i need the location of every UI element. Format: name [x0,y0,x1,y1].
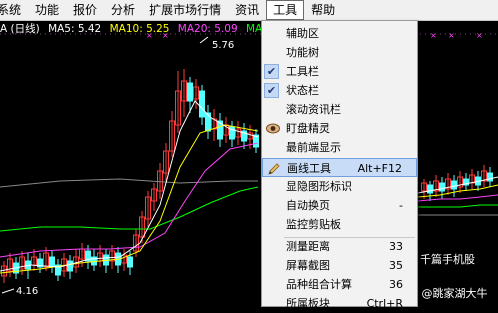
menu-item-label: 所属板块 [286,297,330,310]
low-price-label: 4.16 [16,286,39,297]
menu-item-measure-distance[interactable]: 测量距离 33 [262,237,417,256]
signal-marker: × [476,31,483,40]
menu-item-shortcut: Alt+F12 [357,162,402,175]
candle-body [451,180,457,190]
menu-tools[interactable]: 工具 [266,0,305,20]
chart-title: A (日线) [0,23,40,35]
candle-body [199,90,205,118]
menu-item-toolbar[interactable]: ✔ 工具栏 [262,62,417,81]
candle-body [67,260,73,272]
menu-quote[interactable]: 报价 [66,0,104,20]
signal-marker: × [430,31,437,40]
menu-item-combo-calc[interactable]: 品种组合计算 36 [262,275,417,294]
pencil-icon [268,163,280,175]
menu-item-sector[interactable]: 所属板块 Ctrl+R [262,294,417,313]
menu-news[interactable]: 资讯 [228,0,266,20]
menu-item-drawing-tools[interactable]: 画线工具 Alt+F12 [262,158,417,177]
menu-item-market-monitor[interactable]: 盯盘精灵 [262,119,417,138]
menu-item-label: 测量距离 [286,240,330,253]
menu-bar: 系统 功能 报价 分析 扩展市场行情 资讯 工具 帮助 [0,0,498,21]
indicator-legend: A (日线) MA5: 5.42 MA10: 5.25 MA20: 5.09 M… [0,22,294,36]
ma60-line [0,186,259,232]
menu-item-label: 监控剪贴板 [286,218,341,231]
candle-body [187,82,193,102]
menu-item-label: 工具栏 [286,65,319,78]
menu-item-label: 滚动资讯栏 [286,103,341,116]
menu-extended-market[interactable]: 扩展市场行情 [142,0,228,20]
menu-system[interactable]: 系统 [0,0,28,20]
menu-item-label: 自动换页 [286,199,330,212]
tools-dropdown-menu: 辅助区 功能树 ✔ 工具栏 ✔ 状态栏 滚动资讯栏 盯盘精灵 最前端显示 画线工… [261,20,418,310]
checkmark-icon: ✔ [264,64,279,79]
high-marker [199,36,209,44]
menu-item-screenshot[interactable]: 屏幕截图 35 [262,256,417,275]
menu-item-label: 盯盘精灵 [286,122,330,135]
menu-item-label: 状态栏 [286,84,319,97]
eye-icon [266,123,280,134]
menu-function[interactable]: 功能 [28,0,66,20]
menu-item-label: 辅助区 [286,27,319,40]
ma20-label: MA20: 5.09 [177,23,238,35]
candle-body [127,256,133,268]
menu-item-scroll-news[interactable]: 滚动资讯栏 [262,100,417,119]
menu-item-shortcut: 33 [389,240,403,253]
menu-item-auto-page[interactable]: 自动换页 - [262,196,417,215]
checkmark-icon: ✔ [264,83,279,98]
menu-help[interactable]: 帮助 [304,0,342,20]
watermark-text: 千篇手机股 [420,253,475,266]
candle-body [487,172,493,182]
menu-item-label: 画线工具 [287,162,331,175]
menu-item-monitor-clipboard[interactable]: 监控剪贴板 [262,215,417,234]
menu-item-label: 屏幕截图 [286,259,330,272]
menu-item-aux-area[interactable]: 辅助区 [262,24,417,43]
ma10-label: MA10: 5.25 [109,23,170,35]
menu-item-label: 最前端显示 [286,141,341,154]
menu-item-statusbar[interactable]: ✔ 状态栏 [262,81,417,100]
menu-item-shortcut: 35 [389,259,403,272]
signal-marker: × [448,31,455,40]
menu-item-function-tree[interactable]: 功能树 [262,43,417,62]
menu-item-shortcut: Ctrl+R [366,297,403,310]
low-marker [1,288,15,294]
candle-body [439,182,445,192]
menu-item-shortcut: - [399,199,403,212]
menu-item-label: 品种组合计算 [286,278,352,291]
menu-item-label: 显隐图形标识 [286,180,352,193]
ma5-label: MA5: 5.42 [48,23,102,35]
candle-body [205,112,211,132]
menu-analysis[interactable]: 分析 [104,0,142,20]
ma20-line [0,142,259,258]
menu-item-label: 功能树 [286,46,319,59]
menu-item-toggle-graphic-marks[interactable]: 显隐图形标识 [262,177,417,196]
high-price-label: 5.76 [212,40,235,51]
menu-item-shortcut: 36 [389,278,403,291]
candle-body [49,256,55,268]
ma-long-line [0,178,258,188]
menu-item-always-on-top[interactable]: 最前端显示 [262,138,417,157]
ma60-line [418,204,498,208]
candle-body [427,184,433,194]
